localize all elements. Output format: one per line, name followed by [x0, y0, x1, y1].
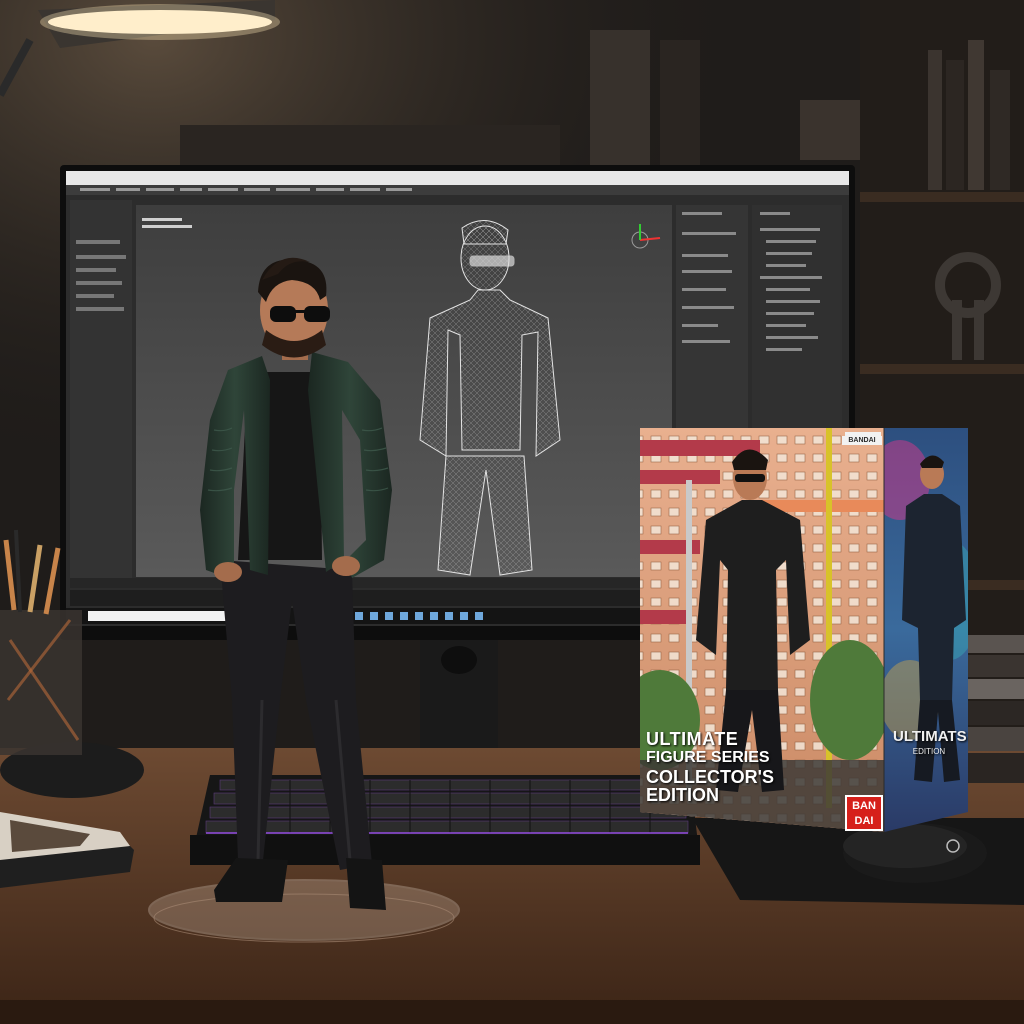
mouse-icon [843, 823, 987, 883]
desk-scene [0, 0, 1024, 1024]
collector-box [640, 428, 968, 832]
book-stack-icon [968, 635, 1024, 783]
